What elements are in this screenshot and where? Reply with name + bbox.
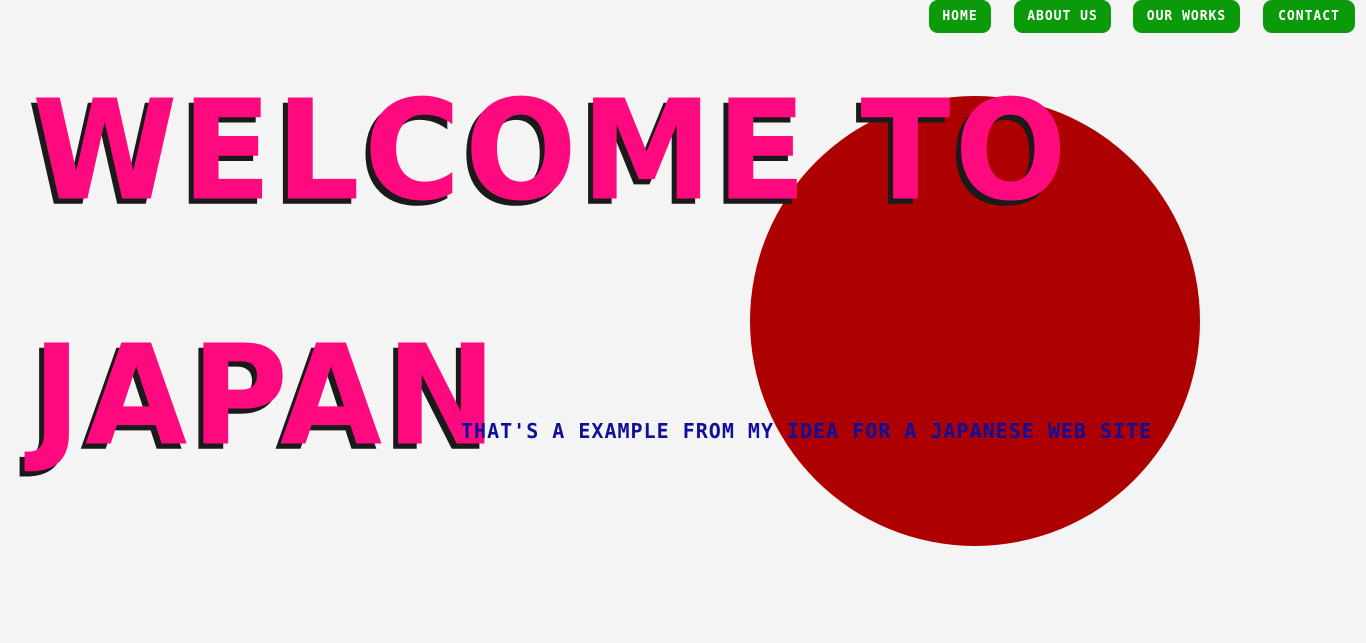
hero-title-line-2: Japan [32,315,501,478]
nav-contact-button[interactable]: Contact [1263,0,1355,33]
hero-tagline: That's a example from my idea for a japa… [461,419,1153,443]
nav-works-button[interactable]: Our works [1133,0,1240,33]
nav-about-button[interactable]: About us [1014,0,1111,33]
hero-title-line-1: Welcome to [32,70,1071,233]
page: Home About us Our works Contact Welcome … [0,0,1366,643]
nav-home-button[interactable]: Home [929,0,991,33]
